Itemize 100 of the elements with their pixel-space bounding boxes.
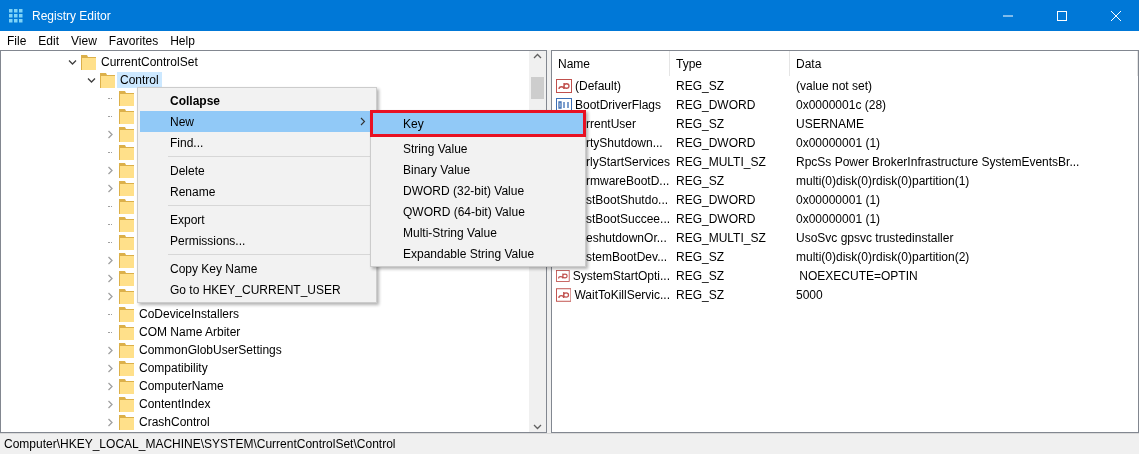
menu-item[interactable]: QWORD (64-bit) Value [373,201,583,222]
value-name[interactable]: stBootShutdo... [586,192,669,207]
value-type: REG_DWORD [676,211,756,226]
folder-icon [119,162,134,178]
menu-bar-item[interactable]: View [65,33,103,48]
menu-item[interactable]: String Value [373,138,583,159]
column-header[interactable]: Name [552,51,670,76]
menu-item[interactable]: Find... [140,132,374,153]
column-header[interactable]: Type [670,51,790,76]
folder-icon [119,108,134,124]
chevron-right-icon[interactable] [105,417,115,427]
value-name[interactable]: (Default) [575,78,621,93]
chevron-right-icon[interactable] [105,183,115,193]
menu-item[interactable]: Copy Key Name [140,258,374,279]
value-name[interactable]: stBootSuccee... [586,211,670,226]
folder-icon [119,414,134,430]
value-data: 0x0000001c (28) [796,97,887,112]
tree-item[interactable]: CurrentControlSet [98,54,201,70]
tree-item[interactable]: CommonGlobUserSettings [136,342,285,358]
menu-item[interactable]: Binary Value [373,159,583,180]
scroll-up-icon[interactable] [533,53,542,59]
value-data: 5000 [796,287,823,302]
chevron-right-icon[interactable] [105,165,115,175]
value-type: REG_DWORD [676,135,756,150]
folder-icon [119,90,134,106]
menu-bar-item[interactable]: Help [164,33,201,48]
tree-item[interactable]: ComputerName [136,378,227,394]
tree-item[interactable]: COM Name Arbiter [136,324,244,340]
tree-item[interactable]: Compatibility [136,360,211,376]
folder-icon [119,144,134,160]
value-data: multi(0)disk(0)rdisk(0)partition(2) [796,249,970,264]
menu-item[interactable]: Collapse [140,90,374,111]
app-icon [8,7,24,24]
column-header[interactable]: Data [790,51,1138,76]
value-type: REG_SZ [676,173,724,188]
chevron-right-icon [360,117,366,126]
folder-icon [119,306,134,322]
string-value-icon [556,267,570,284]
chevron-right-icon[interactable] [105,345,115,355]
tree-item[interactable]: CoDeviceInstallers [136,306,243,322]
value-type: REG_SZ [676,116,724,131]
folder-icon [119,342,134,358]
value-name[interactable]: rmwareBootD... [586,173,670,188]
chevron-right-icon[interactable] [105,399,115,409]
tree-item[interactable]: CrashControl [136,414,213,430]
menu-item[interactable]: Go to HKEY_CURRENT_USER [140,279,374,300]
value-name[interactable]: SystemStartOpti... [572,268,670,283]
chevron-right-icon[interactable] [105,273,115,283]
menu-item[interactable]: Delete [140,160,374,181]
menu-bar-item[interactable]: Edit [32,33,66,48]
menu-bar-item[interactable]: File [1,33,33,48]
value-type: REG_SZ [676,287,724,302]
chevron-right-icon[interactable] [105,255,115,265]
folder-icon [119,126,134,142]
value-name[interactable]: BootDriverFlags [575,97,662,112]
value-data: UsoSvc gpsvc trustedinstaller [796,230,954,245]
value-type: REG_SZ [676,78,724,93]
menu-item[interactable]: DWORD (32-bit) Value [373,180,583,201]
chevron-right-icon[interactable] [105,291,115,301]
scroll-down-icon[interactable] [533,424,542,430]
menu-item[interactable]: Multi-String Value [373,222,583,243]
scrollbar-thumb[interactable] [531,77,544,99]
chevron-right-icon[interactable] [105,363,115,373]
menu-item[interactable]: Rename [140,181,374,202]
folder-icon [81,54,96,70]
value-name[interactable]: rlyStartServices [586,154,670,169]
value-name[interactable]: stemBootDev... [586,249,668,264]
value-data: (value not set) [796,78,873,93]
folder-icon [119,252,134,268]
value-name[interactable]: rtyShutdown... [586,135,663,150]
value-type: REG_SZ [676,249,724,264]
value-type: REG_DWORD [676,192,756,207]
chevron-right-icon[interactable] [105,381,115,391]
folder-icon [119,378,134,394]
value-name[interactable]: WaitToKillServic... [574,287,670,302]
chevron-down-icon[interactable] [86,75,96,85]
string-value-icon [556,286,572,303]
menu-item[interactable]: Permissions... [140,230,374,251]
value-name[interactable]: eshutdownOr... [586,230,667,245]
menu-item[interactable]: Expandable String Value [373,243,583,264]
chevron-down-icon[interactable] [67,57,77,67]
value-type: REG_DWORD [676,97,756,112]
menu-item[interactable]: Key [373,113,583,134]
folder-icon [119,270,134,286]
menu-item[interactable]: Export [140,209,374,230]
chevron-right-icon[interactable] [105,129,115,139]
status-bar: Computer\HKEY_LOCAL_MACHINE\SYSTEM\CurrentControlSet\Control [0,433,1139,454]
menu-bar-item[interactable]: Favorites [102,33,165,48]
tree-item[interactable]: ContentIndex [136,396,214,412]
folder-icon [119,396,134,412]
value-data: RpcSs Power BrokerInfrastructure SystemEventsBr... [796,154,1080,169]
value-data: multi(0)disk(0)rdisk(0)partition(1) [796,173,970,188]
value-data: NOEXECUTE=OPTIN [798,268,918,283]
folder-icon [100,72,115,88]
value-data: USERNAME [796,116,864,131]
folder-icon [119,180,134,196]
value-data: 0x00000001 (1) [796,192,881,207]
value-name[interactable]: rrentUser [586,116,636,131]
folder-icon [119,216,134,232]
tree-item[interactable]: Control [117,72,162,88]
